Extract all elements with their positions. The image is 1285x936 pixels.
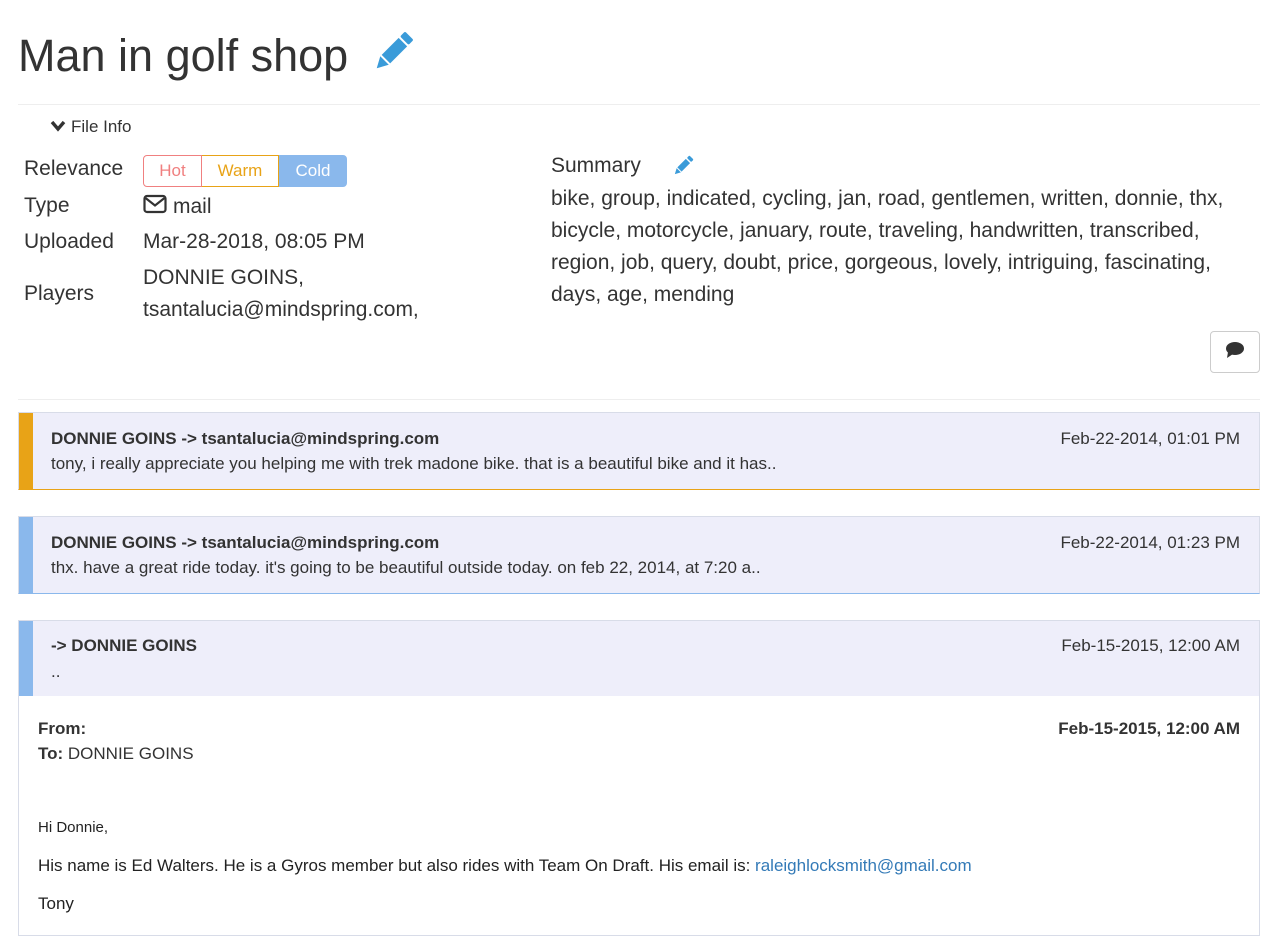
message-date: Feb-15-2015, 12:00 AM (1061, 636, 1240, 655)
message-header: DONNIE GOINS -> tsantalucia@mindspring.c… (51, 533, 440, 552)
file-info-label: File Info (71, 117, 132, 136)
divider (18, 104, 1260, 105)
email-from: From: (38, 719, 86, 739)
relevance-warm-button[interactable]: Warm (202, 155, 279, 187)
type-text: mail (173, 195, 212, 218)
envelope-icon (143, 194, 167, 220)
email-body-text: His name is Ed Walters. He is a Gyros me… (38, 856, 972, 876)
email-greeting: Hi Donnie, (38, 819, 109, 836)
type-value: mail (143, 194, 212, 220)
message-snippet: .. (51, 662, 61, 681)
edit-summary-pencil-icon[interactable] (671, 154, 695, 178)
uploaded-label: Uploaded (24, 230, 114, 253)
to-value: DONNIE GOINS (67, 744, 194, 763)
message-item-expanded[interactable]: -> DONNIE GOINS Feb-15-2015, 12:00 AM .. (18, 620, 1260, 697)
email-body-sentence: His name is Ed Walters. He is a Gyros me… (38, 856, 756, 875)
message-date: Feb-22-2014, 01:23 PM (1060, 533, 1240, 552)
relevance-cold-button[interactable]: Cold (279, 155, 347, 187)
message-snippet: tony, i really appreciate you helping me… (51, 454, 777, 473)
page-title: Man in golf shop (18, 30, 349, 81)
players-label: Players (24, 282, 95, 305)
summary-keywords: bike, group, indicated, cycling, jan, ro… (551, 187, 1224, 306)
relevance-bar (19, 517, 33, 593)
type-label: Type (24, 194, 70, 217)
divider (18, 399, 1260, 400)
email-body: From: To: DONNIE GOINS Feb-15-2015, 12:0… (18, 696, 1260, 936)
relevance-bar (19, 413, 33, 489)
player-item: tsantalucia@mindspring.com, (143, 298, 419, 321)
relevance-hot-button[interactable]: Hot (143, 155, 202, 187)
message-date: Feb-22-2014, 01:01 PM (1060, 429, 1240, 448)
relevance-label: Relevance (24, 157, 124, 180)
message-header: DONNIE GOINS -> tsantalucia@mindspring.c… (51, 429, 440, 448)
relevance-bar (19, 621, 33, 696)
to-label: To: (38, 744, 64, 763)
message-item[interactable]: DONNIE GOINS -> tsantalucia@mindspring.c… (18, 412, 1260, 490)
add-comment-button[interactable] (1210, 331, 1260, 373)
email-link[interactable]: raleighlocksmith@gmail.com (755, 856, 972, 875)
uploaded-value: Mar-28-2018, 08:05 PM (143, 230, 365, 253)
message-item[interactable]: DONNIE GOINS -> tsantalucia@mindspring.c… (18, 516, 1260, 594)
comment-icon (1225, 341, 1245, 364)
relevance-selector: Hot Warm Cold (143, 155, 347, 187)
chevron-down-icon (50, 117, 66, 137)
summary-label: Summary (551, 154, 641, 177)
edit-title-pencil-icon[interactable] (370, 30, 416, 74)
message-header: -> DONNIE GOINS (51, 636, 197, 655)
players-value: DONNIE GOINS, tsantalucia@mindspring.com… (143, 262, 419, 326)
player-item: DONNIE GOINS, (143, 266, 305, 289)
email-date: Feb-15-2015, 12:00 AM (1058, 719, 1240, 738)
message-snippet: thx. have a great ride today. it's going… (51, 558, 761, 577)
from-label: From: (38, 719, 87, 738)
email-to: To: DONNIE GOINS (38, 744, 194, 764)
email-signature: Tony (38, 894, 74, 913)
file-info-toggle[interactable]: File Info (50, 117, 131, 137)
